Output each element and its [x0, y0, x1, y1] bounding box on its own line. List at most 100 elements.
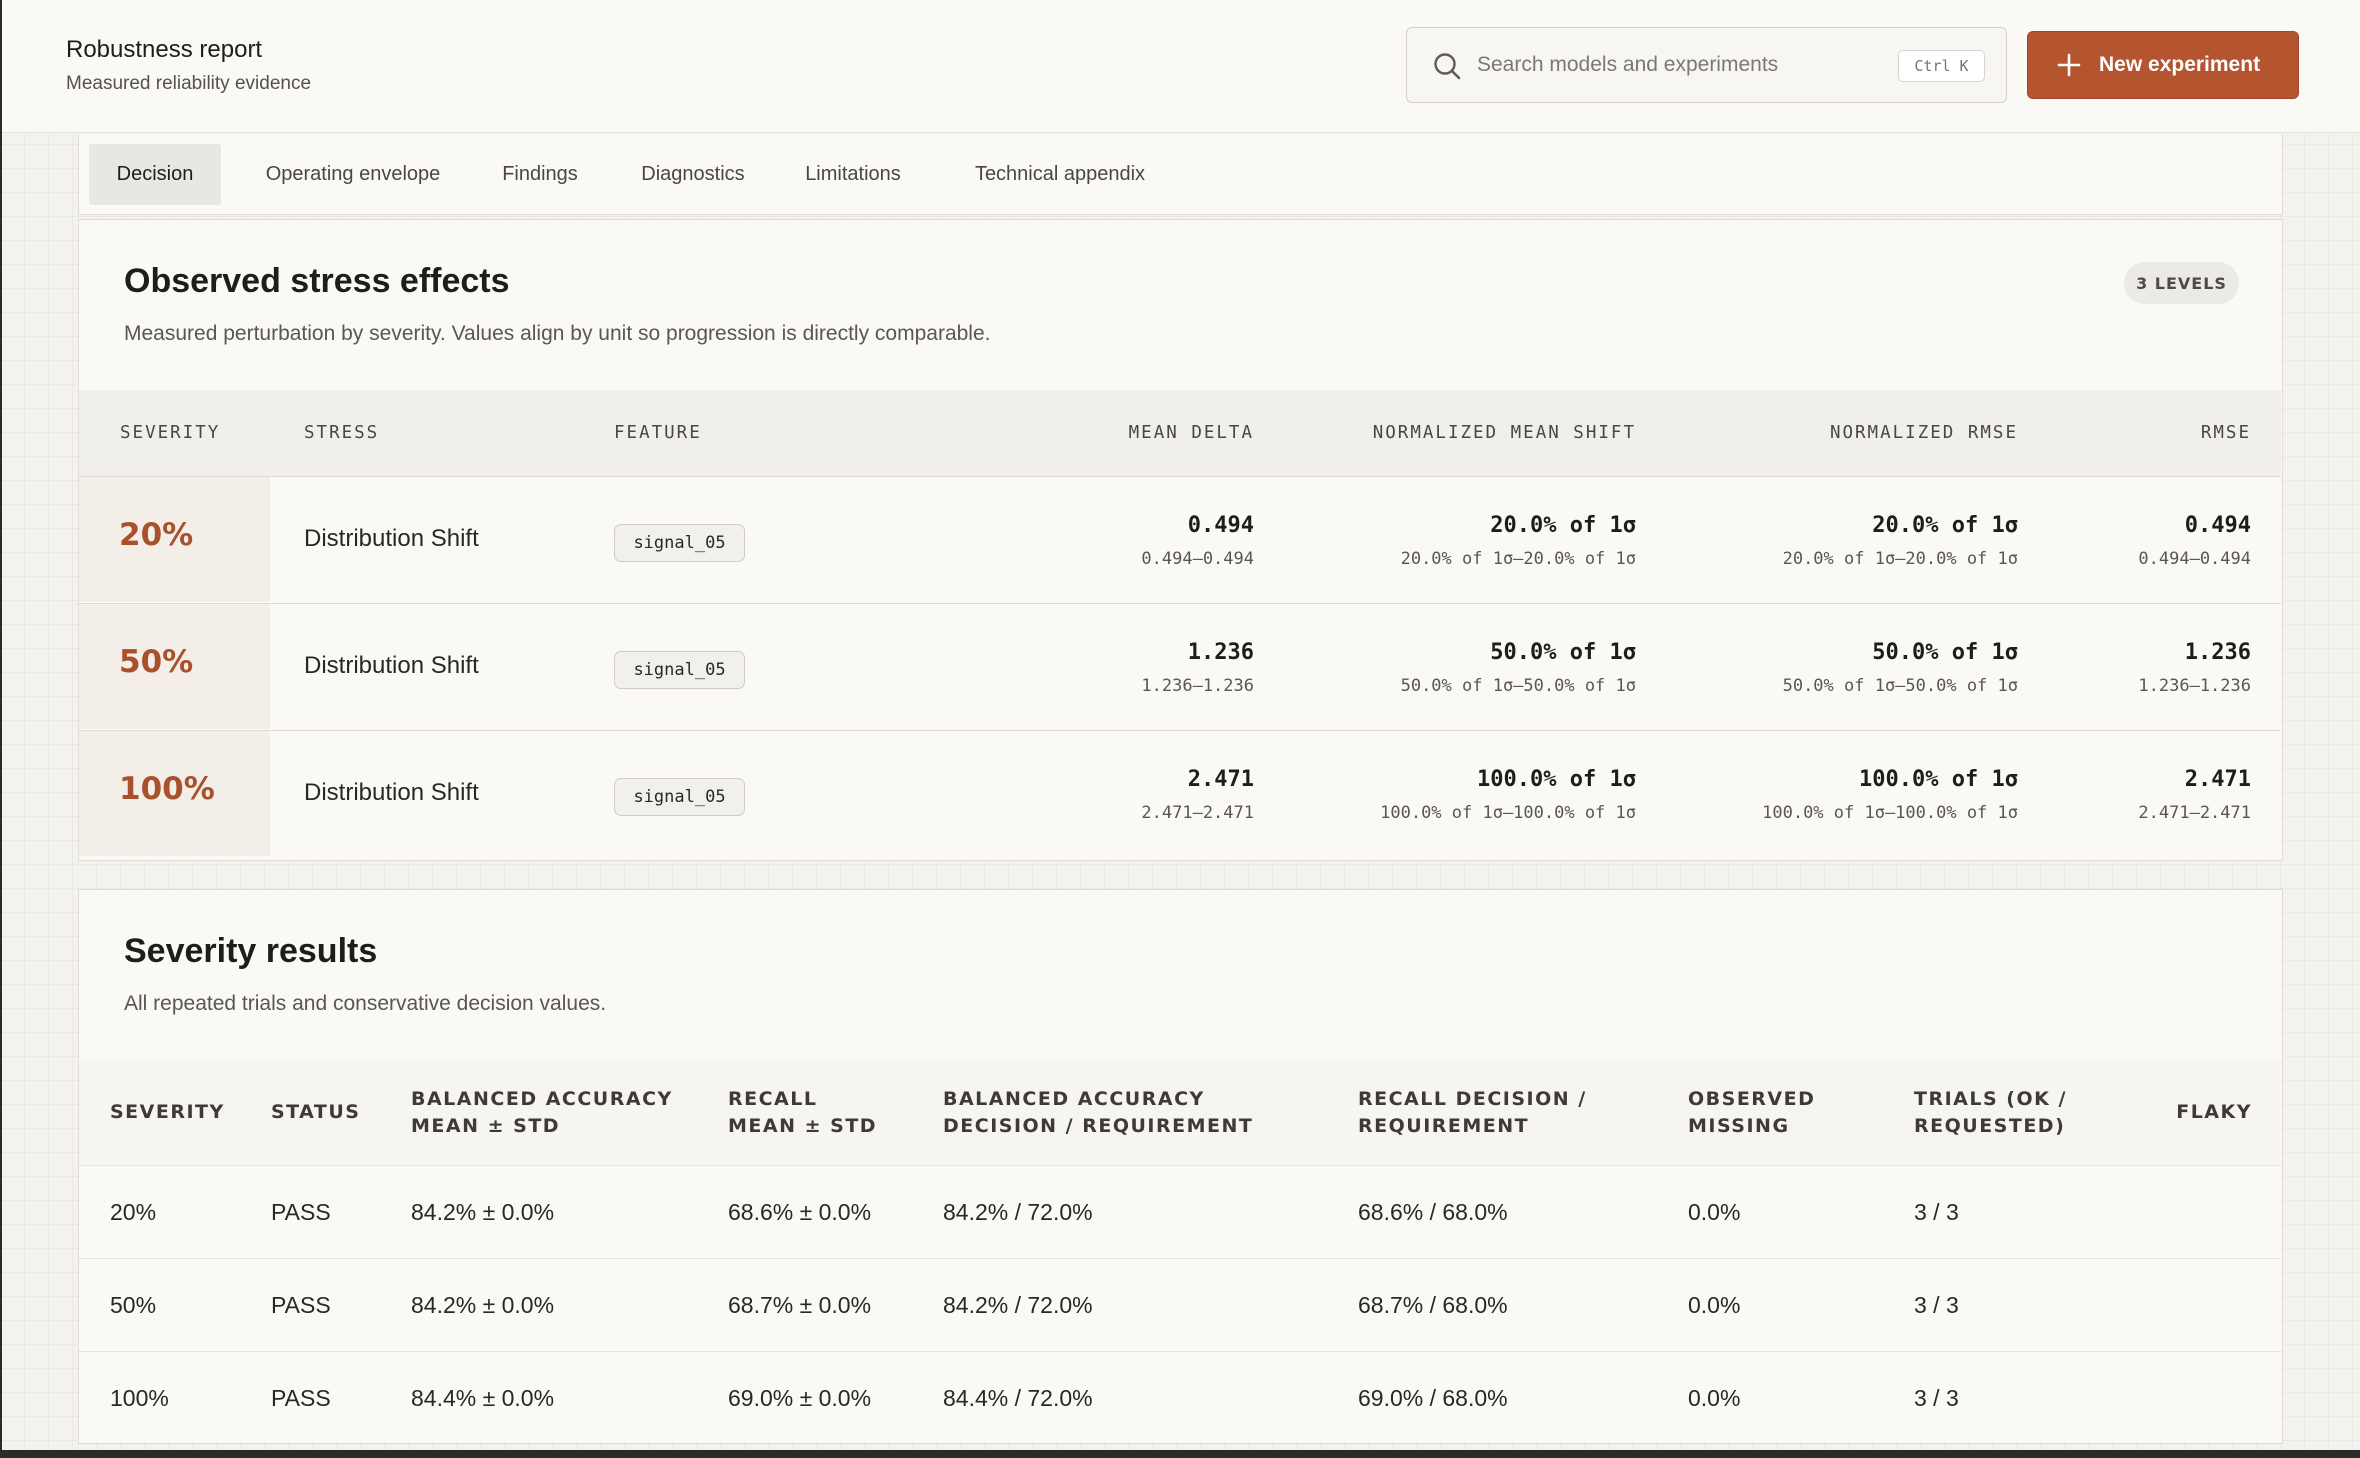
window-edge	[0, 0, 2, 1458]
severity-value: 100%	[110, 1385, 169, 1411]
col-flaky: Flaky	[2176, 1101, 2252, 1123]
stress-row: 20% Distribution Shift signal_05 0.494 0…	[79, 477, 2281, 604]
stress-effects-card: Observed stress effects Measured perturb…	[78, 219, 2283, 861]
col-normalized-rmse: Normalized RMSE	[1829, 423, 2018, 443]
balanced-accuracy-value: 84.4% ± 0.0%	[411, 1385, 555, 1411]
mean-delta-range: 0.494–0.494	[1141, 549, 1254, 569]
report-tabs: Decision Operating envelope Findings Dia…	[78, 134, 2283, 215]
tab-operating-envelope[interactable]: Operating envelope	[243, 144, 463, 205]
trials-value: 3 / 3	[1914, 1385, 1959, 1411]
rmse-value: 1.236	[2184, 640, 2251, 665]
mean-delta-value: 2.471	[1187, 767, 1254, 792]
table-row: 20% PASS 84.2% ± 0.0% 68.6% ± 0.0% 84.2%…	[79, 1166, 2281, 1259]
recall-decision-value: 68.7% / 68.0%	[1358, 1292, 1508, 1318]
balanced-accuracy-value: 84.2% ± 0.0%	[411, 1199, 555, 1225]
search-shortcut-hint: Ctrl K	[1898, 50, 1985, 82]
recall-value: 69.0% ± 0.0%	[728, 1385, 872, 1411]
stress-row: 100% Distribution Shift signal_05 2.471 …	[79, 731, 2281, 858]
recall-value: 68.7% ± 0.0%	[728, 1292, 872, 1318]
tab-limitations[interactable]: Limitations	[789, 144, 917, 205]
severity-value: 20%	[110, 1199, 157, 1225]
observed-missing-value: 0.0%	[1688, 1292, 1741, 1318]
stress-row: 50% Distribution Shift signal_05 1.236 1…	[79, 604, 2281, 731]
severity-value: 100%	[119, 771, 215, 807]
col-observed-missing: Observed missing	[1688, 1088, 1816, 1137]
col-balanced-accuracy-decision: Balanced accuracy decision / requirement	[943, 1088, 1254, 1137]
stress-effects-subtitle: Measured perturbation by severity. Value…	[124, 322, 991, 345]
app-header: Robustness report Measured reliability e…	[2, 0, 2360, 133]
feature-chip: signal_05	[614, 778, 745, 816]
mean-delta-value: 1.236	[1187, 640, 1254, 665]
normalized-rmse-range: 100.0% of 1σ–100.0% of 1σ	[1762, 803, 2018, 823]
mean-delta-value: 0.494	[1187, 513, 1254, 538]
stress-name: Distribution Shift	[304, 652, 479, 679]
col-severity: Severity	[110, 1101, 225, 1123]
stress-effects-title: Observed stress effects	[124, 262, 510, 300]
trials-value: 3 / 3	[1914, 1292, 1959, 1318]
rmse-range: 0.494–0.494	[2138, 549, 2251, 569]
stress-table-header: Severity Stress Feature Mean delta Norma…	[79, 390, 2281, 477]
balanced-accuracy-decision-value: 84.4% / 72.0%	[943, 1385, 1093, 1411]
col-balanced-accuracy: Balanced accuracy mean ± std	[411, 1088, 673, 1137]
recall-decision-value: 69.0% / 68.0%	[1358, 1385, 1508, 1411]
new-experiment-button[interactable]: New experiment	[2027, 31, 2299, 99]
recall-decision-value: 68.6% / 68.0%	[1358, 1199, 1508, 1225]
status-value: PASS	[271, 1199, 331, 1225]
plus-icon	[2057, 53, 2081, 77]
severity-value: 20%	[119, 517, 194, 553]
normalized-mean-shift-value: 100.0% of 1σ	[1477, 767, 1636, 792]
feature-chip: signal_05	[614, 651, 745, 689]
stress-name: Distribution Shift	[304, 779, 479, 806]
col-normalized-mean-shift: Normalized mean shift	[1372, 423, 1636, 443]
col-stress: Stress	[304, 423, 380, 443]
col-mean-delta: Mean delta	[1128, 423, 1254, 443]
tab-technical-appendix[interactable]: Technical appendix	[939, 144, 1181, 205]
stress-name: Distribution Shift	[304, 525, 479, 552]
normalized-rmse-value: 100.0% of 1σ	[1859, 767, 2018, 792]
page-subtitle: Measured reliability evidence	[66, 73, 312, 94]
balanced-accuracy-value: 84.2% ± 0.0%	[411, 1292, 555, 1318]
tab-diagnostics[interactable]: Diagnostics	[619, 144, 767, 205]
search-input[interactable]	[1477, 48, 1857, 82]
results-table-header: Severity Status Balanced accuracy mean ±…	[79, 1060, 2281, 1166]
balanced-accuracy-decision-value: 84.2% / 72.0%	[943, 1292, 1093, 1318]
severity-results-subtitle: All repeated trials and conservative dec…	[124, 992, 607, 1015]
normalized-mean-shift-range: 20.0% of 1σ–20.0% of 1σ	[1400, 549, 1636, 569]
col-feature: Feature	[614, 423, 702, 443]
recall-value: 68.6% ± 0.0%	[728, 1199, 872, 1225]
rmse-range: 2.471–2.471	[2138, 803, 2251, 823]
table-row: 50% PASS 84.2% ± 0.0% 68.7% ± 0.0% 84.2%…	[79, 1259, 2281, 1352]
severity-results-title: Severity results	[124, 932, 378, 970]
normalized-rmse-range: 20.0% of 1σ–20.0% of 1σ	[1782, 549, 2018, 569]
mean-delta-range: 1.236–1.236	[1141, 676, 1254, 696]
severity-results-card: Severity results All repeated trials and…	[78, 889, 2283, 1444]
search-icon	[1434, 53, 1461, 80]
col-recall-decision: Recall decision / requirement	[1358, 1088, 1587, 1137]
new-experiment-label: New experiment	[2099, 53, 2261, 76]
balanced-accuracy-decision-value: 84.2% / 72.0%	[943, 1199, 1093, 1225]
col-recall: Recall mean ± std	[728, 1088, 878, 1137]
col-rmse: RMSE	[2200, 423, 2251, 443]
severity-value: 50%	[110, 1292, 157, 1318]
mean-delta-range: 2.471–2.471	[1141, 803, 1254, 823]
status-value: PASS	[271, 1292, 331, 1318]
page-title: Robustness report	[66, 36, 263, 63]
severity-value: 50%	[119, 644, 194, 680]
normalized-rmse-value: 20.0% of 1σ	[1872, 513, 2018, 538]
rmse-value: 2.471	[2184, 767, 2251, 792]
col-severity: Severity	[120, 423, 221, 443]
observed-missing-value: 0.0%	[1688, 1385, 1741, 1411]
levels-badge: 3 LEVELS	[2124, 262, 2239, 304]
tab-findings[interactable]: Findings	[485, 144, 595, 205]
feature-chip: signal_05	[614, 524, 745, 562]
search-box[interactable]: Ctrl K	[1406, 27, 2007, 103]
col-status: Status	[271, 1101, 361, 1123]
rmse-range: 1.236–1.236	[2138, 676, 2251, 696]
rmse-value: 0.494	[2184, 513, 2251, 538]
col-trials: Trials (ok / requested)	[1914, 1088, 2067, 1137]
status-value: PASS	[271, 1385, 331, 1411]
normalized-mean-shift-value: 50.0% of 1σ	[1490, 640, 1636, 665]
normalized-mean-shift-range: 50.0% of 1σ–50.0% of 1σ	[1400, 676, 1636, 696]
tab-decision[interactable]: Decision	[89, 144, 221, 205]
normalized-rmse-range: 50.0% of 1σ–50.0% of 1σ	[1782, 676, 2018, 696]
